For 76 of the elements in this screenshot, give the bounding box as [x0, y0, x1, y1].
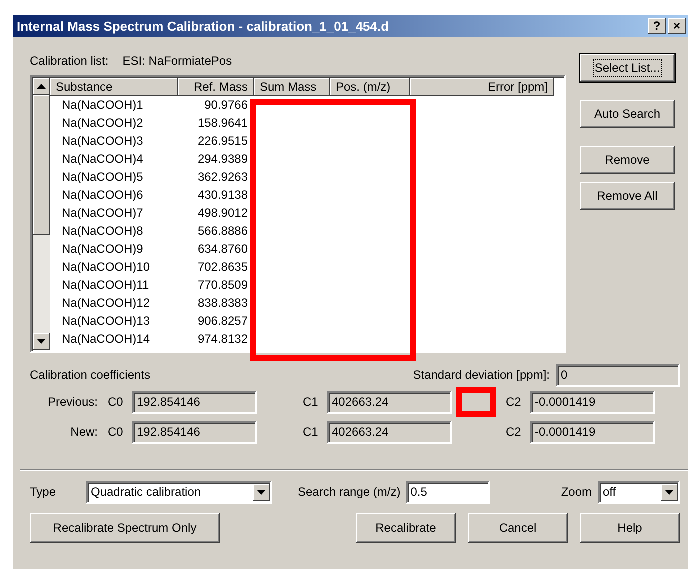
- zoom-dropdown[interactable]: off: [598, 480, 680, 504]
- table-cell-text: 430.9138: [196, 187, 249, 204]
- scroll-down-button[interactable]: [33, 333, 50, 350]
- table-cell-text: 634.8760: [196, 241, 249, 258]
- table-cell-text: Na(NaCOOH)12: [61, 295, 152, 312]
- table-cell-text: 498.9012: [196, 205, 249, 222]
- type-dropdown[interactable]: Quadratic calibration: [86, 480, 272, 504]
- coefficient-field: 402663.24: [327, 390, 452, 414]
- table-cell-text: Na(NaCOOH)10: [61, 259, 152, 276]
- column-header[interactable]: Pos. (m/z): [330, 78, 410, 96]
- dialog-button[interactable]: Recalibrate Spectrum Only: [30, 513, 220, 543]
- window-title: Internal Mass Spectrum Calibration - calibration_1_01_454.d: [17, 18, 390, 34]
- coefficient-label: C2: [506, 425, 522, 439]
- dialog-button[interactable]: Help: [580, 513, 680, 543]
- table-cell-text: Na(NaCOOH)3: [61, 133, 144, 150]
- column-header[interactable]: Error [ppm]: [410, 78, 554, 96]
- table-cell-text: 362.9263: [196, 169, 249, 186]
- search-range-field[interactable]: 0.5: [406, 480, 490, 504]
- coefficient-label: C0: [108, 395, 124, 409]
- coefficient-field: -0.0001419: [530, 390, 655, 414]
- highlight-box: [456, 387, 496, 417]
- scroll-up-button[interactable]: [33, 78, 50, 95]
- dialog-button[interactable]: Select List...: [580, 54, 675, 82]
- dialog-button[interactable]: Auto Search: [580, 100, 675, 128]
- table-cell-text: 90.9766: [204, 97, 249, 114]
- down-arrow-icon: [37, 339, 46, 344]
- table-cell-text: Na(NaCOOH)7: [61, 205, 144, 222]
- table-cell-text: Na(NaCOOH)8: [61, 223, 144, 240]
- coefficient-field: 192.854146: [132, 390, 257, 414]
- table-cell-text: Na(NaCOOH)4: [61, 151, 144, 168]
- table-cell-text: Na(NaCOOH)1: [61, 97, 144, 114]
- table-cell-text: Na(NaCOOH)6: [61, 187, 144, 204]
- coefficient-field: 192.854146: [132, 420, 257, 444]
- calibration-list-value: ESI: NaFormiatePos: [122, 54, 232, 68]
- table-cell-text: 974.8132: [196, 331, 249, 348]
- table-cell-text: Na(NaCOOH)11: [61, 277, 150, 294]
- scroll-thumb[interactable]: [33, 95, 50, 235]
- search-range-label: Search range (m/z): [298, 485, 401, 499]
- table-cell-text: 294.9389: [196, 151, 249, 168]
- coefficient-field: -0.0001419: [530, 420, 655, 444]
- dialog-button[interactable]: Recalibrate: [356, 513, 456, 543]
- zoom-label: Zoom: [561, 485, 592, 499]
- table-cell-text: Na(NaCOOH)9: [61, 241, 144, 258]
- help-button[interactable]: ?: [648, 18, 666, 34]
- column-header[interactable]: Ref. Mass: [178, 78, 254, 96]
- table-cell-text: Na(NaCOOH)13: [61, 313, 152, 330]
- coefficient-label: C1: [303, 425, 320, 439]
- coefficient-label: C0: [108, 425, 124, 439]
- column-header[interactable]: Sum Mass: [254, 78, 330, 96]
- table-cell-text: Na(NaCOOH)2: [61, 115, 144, 132]
- table-cell-text: 702.8635: [196, 259, 249, 276]
- table-cell-text: 158.9641: [196, 115, 249, 132]
- column-header[interactable]: Substance: [50, 78, 178, 96]
- dialog-button[interactable]: Remove: [580, 146, 675, 174]
- scrollbar[interactable]: [33, 78, 50, 350]
- type-label: Type: [30, 485, 58, 499]
- table-cell-text: Na(NaCOOH)5: [61, 169, 144, 186]
- coefficient-label: C1: [303, 395, 320, 409]
- table-cell-text: 906.8257: [196, 313, 249, 330]
- dialog-button[interactable]: Remove All: [580, 182, 675, 210]
- calibration-list-label: Calibration list:: [30, 54, 109, 68]
- row-label: New:: [70, 425, 98, 439]
- table-cell-text: 566.8886: [196, 223, 249, 240]
- close-button[interactable]: ×: [668, 18, 686, 34]
- up-arrow-icon: [37, 84, 46, 89]
- table-cell-text: 838.8383: [196, 295, 249, 312]
- table-cell-text: 770.8509: [196, 277, 249, 294]
- std-deviation-field: 0: [556, 364, 680, 386]
- dialog-button[interactable]: Cancel: [468, 513, 568, 543]
- std-deviation-label: Standard deviation [ppm]:: [413, 368, 550, 382]
- row-label: Previous:: [46, 395, 98, 409]
- coefficient-label: C2: [506, 395, 522, 409]
- table-cell-text: 226.9515: [196, 133, 249, 150]
- section-label: Calibration coefficients: [30, 368, 151, 382]
- table-cell-text: Na(NaCOOH)14: [61, 331, 152, 348]
- coefficient-field: 402663.24: [327, 420, 452, 444]
